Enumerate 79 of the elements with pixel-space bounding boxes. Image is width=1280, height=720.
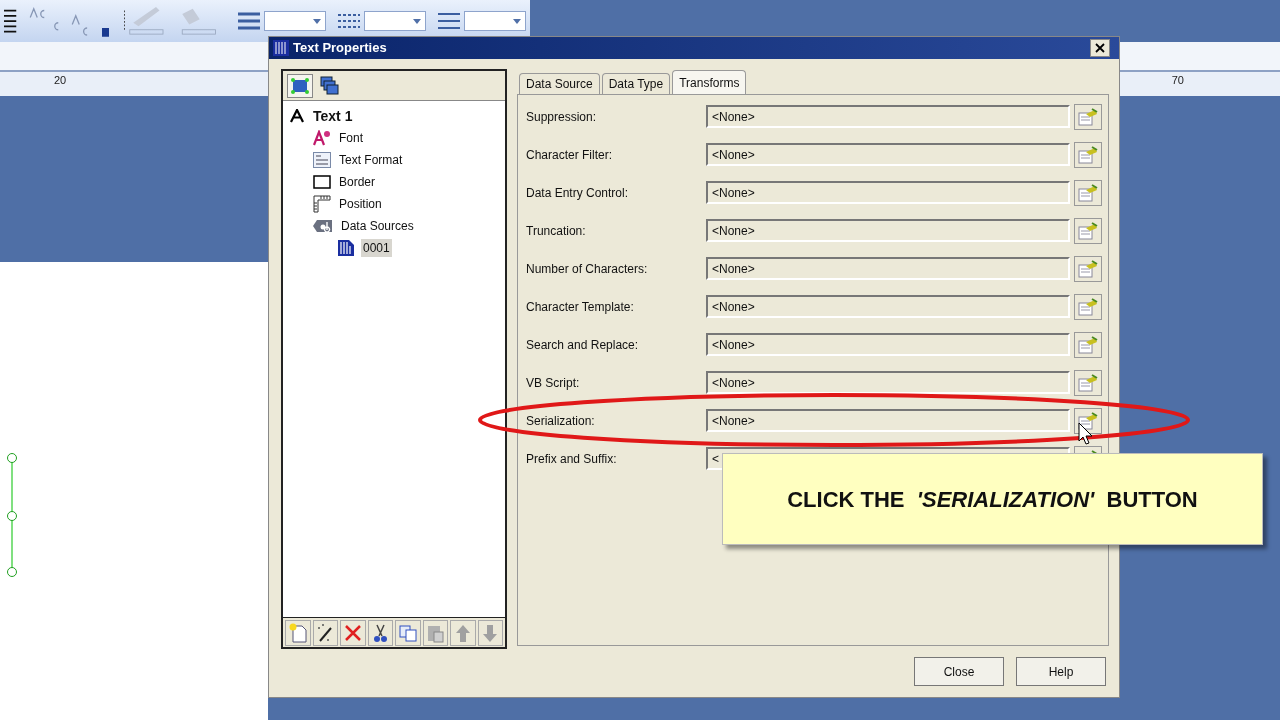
field-label: Character Template:: [525, 298, 635, 316]
tab[interactable]: Transforms: [672, 70, 747, 94]
letter-a-icon: [289, 108, 305, 124]
field-label: Number of Characters:: [525, 260, 649, 278]
barcode-document-icon: [337, 239, 355, 257]
close-button[interactable]: [1090, 39, 1110, 57]
browse-icon: [1078, 259, 1098, 278]
value-field[interactable]: <None>: [706, 143, 1070, 166]
value-field[interactable]: <None>: [706, 105, 1070, 128]
caret-icon: [413, 18, 421, 24]
text-format-icon: [313, 152, 331, 168]
browse-icon: [1078, 335, 1098, 354]
browse-button[interactable]: [1074, 407, 1102, 434]
field-label: Serialization:: [525, 412, 596, 430]
object-view-button[interactable]: [287, 73, 313, 98]
field-label: Prefix and Suffix:: [525, 450, 618, 468]
field-label: VB Script:: [525, 374, 581, 392]
ruler-icon: [313, 195, 331, 213]
font-icon: [313, 130, 331, 146]
app-icon: [273, 40, 289, 56]
delete-button[interactable]: [340, 619, 366, 646]
browse-icon: [1078, 183, 1098, 202]
browse-button[interactable]: [1074, 141, 1102, 168]
browse-button[interactable]: [1074, 217, 1102, 244]
field-label: Truncation:: [525, 222, 587, 240]
arrow-up-button[interactable]: [450, 619, 476, 646]
line-style-icon: [438, 11, 460, 31]
line-style-icon: [338, 11, 360, 31]
browse-icon: [1078, 221, 1098, 240]
mouse-pointer-icon: [1078, 422, 1094, 446]
value-field[interactable]: <None>: [706, 219, 1070, 242]
close-icon: [1095, 43, 1105, 53]
callout-text: CLICK THE 'SERIALIZATION' BUTTON: [787, 485, 1198, 514]
browse-icon: [1078, 373, 1098, 392]
browse-button[interactable]: [1074, 369, 1102, 396]
tree-item[interactable]: Border: [337, 173, 378, 191]
tree-item[interactable]: Text 1: [311, 105, 355, 127]
dropdown-field[interactable]: [464, 11, 526, 31]
value-field[interactable]: <None>: [706, 371, 1070, 394]
field-label: Suppression:: [525, 108, 598, 126]
tab[interactable]: Data Source: [519, 73, 600, 94]
field-label: Data Entry Control:: [525, 184, 630, 202]
value-field[interactable]: <None>: [706, 409, 1070, 432]
value-field[interactable]: <None>: [706, 181, 1070, 204]
caret-icon: [313, 18, 321, 24]
cut-button[interactable]: [367, 619, 393, 646]
field-label: Search and Replace:: [525, 336, 640, 354]
tree-item[interactable]: Text Format: [337, 151, 405, 169]
dropdown-field[interactable]: [364, 11, 426, 31]
dialog-button[interactable]: Close: [914, 657, 1004, 686]
browse-icon: [1078, 297, 1098, 316]
tree-item[interactable]: 0001: [361, 239, 392, 257]
ruler-label: 20: [54, 73, 67, 88]
paste-button[interactable]: [422, 619, 448, 646]
tab[interactable]: Data Type: [601, 73, 671, 94]
value-field[interactable]: <None>: [706, 257, 1070, 280]
browse-icon: [1078, 145, 1098, 164]
ruler-label: 70: [1171, 73, 1184, 88]
value-field[interactable]: <None>: [706, 333, 1070, 356]
browse-icon: [1078, 107, 1098, 126]
border-icon: [313, 175, 331, 189]
tree-item[interactable]: Position: [337, 195, 384, 213]
field-label: Character Filter:: [525, 146, 614, 164]
dialog-button[interactable]: Help: [1016, 657, 1106, 686]
tree-item[interactable]: Font: [337, 129, 365, 147]
browse-button[interactable]: [1074, 255, 1102, 282]
magic-wand-button[interactable]: [312, 619, 338, 646]
browse-button[interactable]: [1074, 293, 1102, 320]
data-sources-icon: [313, 219, 333, 233]
window-title: Text Properties: [293, 39, 387, 58]
value-field[interactable]: <None>: [706, 295, 1070, 318]
browse-button[interactable]: [1074, 103, 1102, 130]
caret-icon: [513, 18, 521, 24]
browse-button[interactable]: [1074, 331, 1102, 358]
dropdown-field[interactable]: [264, 11, 326, 31]
arrow-down-button[interactable]: [477, 619, 503, 646]
line-style-icon: [238, 11, 260, 31]
browse-button[interactable]: [1074, 179, 1102, 206]
tree-item[interactable]: Data Sources: [339, 217, 416, 235]
